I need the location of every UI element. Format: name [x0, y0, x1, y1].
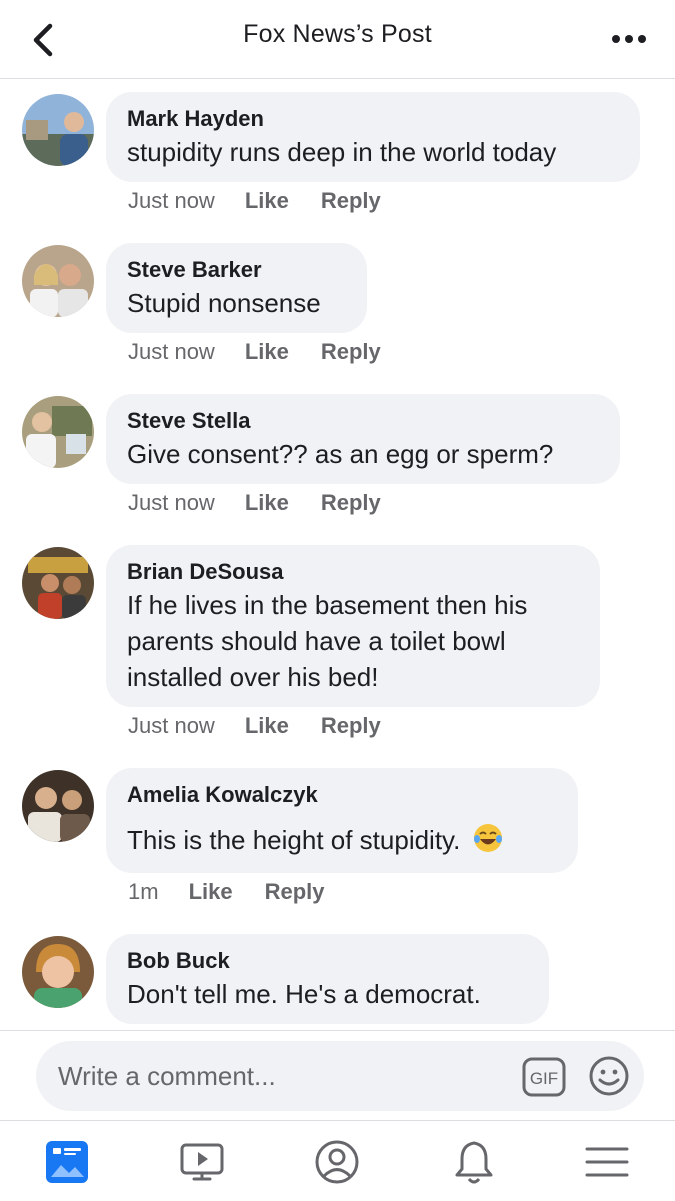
- comment-bubble: Amelia Kowalczyk This is the height of s…: [106, 768, 578, 873]
- news-feed-icon[interactable]: [42, 1137, 92, 1187]
- comment-bubble: Brian DeSousa If he lives in the basemen…: [106, 545, 600, 707]
- comment-author[interactable]: Amelia Kowalczyk: [127, 782, 556, 808]
- comment-text: If he lives in the basement then his par…: [127, 590, 528, 692]
- comment-author[interactable]: Bob Buck: [127, 948, 527, 974]
- comment-text-content: This is the height of stupidity.: [127, 825, 461, 855]
- notifications-icon[interactable]: [449, 1137, 499, 1187]
- comment-text: This is the height of stupidity.: [127, 822, 556, 858]
- avatar[interactable]: [22, 770, 94, 842]
- comment-actions: Just now Like Reply: [128, 188, 381, 214]
- reply-button[interactable]: Reply: [321, 188, 381, 214]
- profile-icon[interactable]: [312, 1137, 362, 1187]
- like-button[interactable]: Like: [245, 339, 289, 365]
- like-button[interactable]: Like: [245, 188, 289, 214]
- avatar[interactable]: [22, 547, 94, 619]
- comment-timestamp[interactable]: 1m: [128, 879, 159, 905]
- comment-actions: Just now Like Reply: [128, 339, 381, 365]
- comment-timestamp[interactable]: Just now: [128, 490, 215, 516]
- comment-bubble: Steve Stella Give consent?? as an egg or…: [106, 394, 620, 484]
- menu-icon[interactable]: [582, 1137, 632, 1187]
- page-title: Fox News’s Post: [243, 20, 432, 48]
- avatar[interactable]: [22, 936, 94, 1008]
- comment-author[interactable]: Brian DeSousa: [127, 559, 578, 585]
- like-button[interactable]: Like: [189, 879, 233, 905]
- avatar[interactable]: [22, 245, 94, 317]
- reply-button[interactable]: Reply: [321, 339, 381, 365]
- comment-bubble: Bob Buck Don't tell me. He's a democrat.: [106, 934, 549, 1024]
- like-button[interactable]: Like: [245, 490, 289, 516]
- watch-icon[interactable]: [177, 1137, 227, 1187]
- comment-input[interactable]: Write a comment...: [58, 1041, 488, 1111]
- reply-button[interactable]: Reply: [321, 490, 381, 516]
- smiley-icon[interactable]: [588, 1055, 630, 1097]
- bottom-tab-bar: [0, 1120, 675, 1201]
- comment-author[interactable]: Steve Barker: [127, 257, 345, 283]
- comment-timestamp[interactable]: Just now: [128, 188, 215, 214]
- gif-button[interactable]: GIF: [522, 1057, 566, 1097]
- post-header: Fox News’s Post: [0, 0, 675, 79]
- reply-button[interactable]: Reply: [321, 713, 381, 739]
- like-button[interactable]: Like: [245, 713, 289, 739]
- comment-author[interactable]: Mark Hayden: [127, 106, 618, 132]
- comment-composer-bar: Write a comment... GIF: [0, 1030, 675, 1121]
- comment-text: stupidity runs deep in the world today: [127, 137, 557, 167]
- comment-timestamp[interactable]: Just now: [128, 713, 215, 739]
- comment-text: Give consent?? as an egg or sperm?: [127, 439, 554, 469]
- tears-of-joy-emoji-icon: [473, 824, 502, 852]
- comment-actions: Just now Like Reply: [128, 713, 381, 739]
- comment-actions: 1m Like Reply: [128, 879, 325, 905]
- comment-text: Don't tell me. He's a democrat.: [127, 979, 481, 1009]
- more-options-icon[interactable]: [611, 28, 647, 50]
- comment-author[interactable]: Steve Stella: [127, 408, 598, 434]
- comment-composer: Write a comment... GIF: [36, 1041, 644, 1111]
- avatar[interactable]: [22, 396, 94, 468]
- comment-text: Stupid nonsense: [127, 288, 321, 318]
- comment-timestamp[interactable]: Just now: [128, 339, 215, 365]
- avatar[interactable]: [22, 94, 94, 166]
- gif-label: GIF: [530, 1069, 558, 1088]
- comment-bubble: Steve Barker Stupid nonsense: [106, 243, 367, 333]
- comment-bubble: Mark Hayden stupidity runs deep in the w…: [106, 92, 640, 182]
- comment-actions: Just now Like Reply: [128, 490, 381, 516]
- reply-button[interactable]: Reply: [265, 879, 325, 905]
